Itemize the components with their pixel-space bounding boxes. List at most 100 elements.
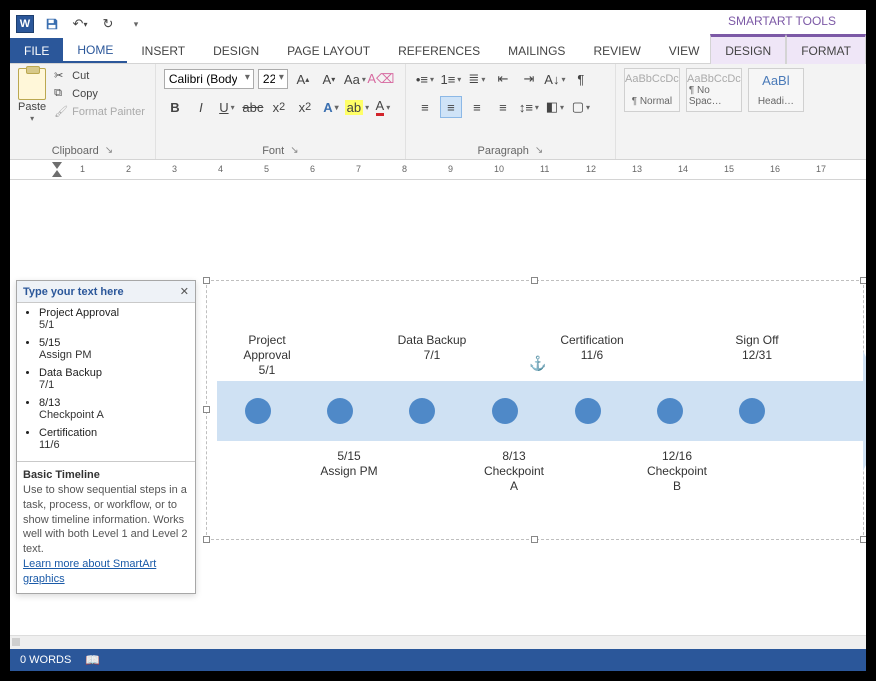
text-pane-item[interactable]: Certification11/6 [39,427,189,451]
superscript-icon[interactable]: x2 [294,96,316,118]
multilevel-icon[interactable]: ≣ [466,68,488,90]
milestone-top[interactable]: Certification11/6 [542,333,642,363]
tab-insert[interactable]: INSERT [127,38,199,63]
text-pane-title: Type your text here [23,286,124,298]
resize-handle[interactable] [860,536,866,543]
copy-label: Copy [72,88,98,100]
learn-more-link[interactable]: Learn more about SmartArt graphics [23,558,156,585]
tab-smartart-design[interactable]: DESIGN [710,34,786,64]
timeline-dot[interactable] [409,398,435,424]
arrow-head-icon [863,351,866,471]
text-effects-icon[interactable]: A [320,96,342,118]
tab-page-layout[interactable]: PAGE LAYOUT [273,38,384,63]
horizontal-scrollbar[interactable] [10,635,866,649]
resize-handle[interactable] [860,277,866,284]
qat-customize-icon[interactable]: ▾ [128,16,144,32]
resize-handle[interactable] [531,277,538,284]
timeline-dot[interactable] [327,398,353,424]
numbering-icon[interactable]: 1≡ [440,68,462,90]
resize-handle[interactable] [203,406,210,413]
quick-access-toolbar: ↶▾ ↻ ▾ [44,16,144,32]
text-pane-item[interactable]: 8/13Checkpoint A [39,397,189,421]
text-pane-item[interactable]: Project Approval5/1 [39,307,189,331]
milestone-bottom[interactable]: 8/13CheckpointA [464,449,564,494]
tab-design[interactable]: DESIGN [199,38,273,63]
tab-smartart-format[interactable]: FORMAT [786,34,866,64]
save-icon[interactable] [44,16,60,32]
resize-handle[interactable] [203,277,210,284]
tab-home[interactable]: HOME [63,38,127,63]
style-normal[interactable]: AaBbCcDc¶ Normal [624,68,680,112]
align-right-icon[interactable]: ≡ [466,96,488,118]
undo-icon[interactable]: ↶▾ [72,16,88,32]
spellcheck-icon[interactable]: 📖 [85,653,100,667]
show-marks-icon[interactable]: ¶ [570,68,592,90]
italic-icon[interactable]: I [190,96,212,118]
timeline-dot[interactable] [245,398,271,424]
sort-icon[interactable]: A↓ [544,68,566,90]
font-size-input[interactable] [258,69,288,89]
timeline-arrow[interactable] [217,381,863,441]
grow-font-icon[interactable]: A▴ [292,68,314,90]
copy-icon: ⧉ [54,87,68,101]
tab-mailings[interactable]: MAILINGS [494,38,579,63]
tab-references[interactable]: REFERENCES [384,38,494,63]
milestone-top[interactable]: Data Backup7/1 [382,333,482,363]
group-clipboard: Paste ▾ ✂Cut ⧉Copy 🖌Format Painter Clipb… [10,64,156,159]
ruler-mark: 14 [678,164,688,174]
group-paragraph: •≡ 1≡ ≣ ⇤ ⇥ A↓ ¶ ≡ ≡ ≡ ≡ ↕≡ ◧ ▢ [406,64,616,159]
clipboard-dialog-launcher-icon[interactable]: ↘ [105,145,113,157]
align-center-icon[interactable]: ≡ [440,96,462,118]
milestone-bottom[interactable]: 5/15Assign PM [299,449,399,479]
align-left-icon[interactable]: ≡ [414,96,436,118]
paste-button[interactable]: Paste ▾ [18,68,46,123]
timeline-dot[interactable] [657,398,683,424]
font-name-input[interactable] [164,69,254,89]
font-dialog-launcher-icon[interactable]: ↘ [290,145,298,157]
change-case-icon[interactable]: Aa [344,68,366,90]
milestone-top[interactable]: ProjectApproval5/1 [217,333,317,378]
smartart-canvas[interactable]: ⚓ ProjectApproval5/1Data Backup7/1Certif… [206,280,864,540]
justify-icon[interactable]: ≡ [492,96,514,118]
format-painter-button[interactable]: 🖌Format Painter [52,104,147,120]
underline-icon[interactable]: U [216,96,238,118]
word-count[interactable]: 0 WORDS [20,654,71,666]
close-icon[interactable]: ✕ [180,285,189,298]
horizontal-ruler[interactable]: 1234567891011121314151617 [10,160,866,180]
text-pane-item[interactable]: Data Backup7/1 [39,367,189,391]
redo-icon[interactable]: ↻ [100,16,116,32]
text-pane-body[interactable]: Project Approval5/1 5/15Assign PM Data Bac… [17,303,195,461]
scroll-left-icon[interactable] [12,638,20,646]
clear-formatting-icon[interactable]: A⌫ [370,68,392,90]
shrink-font-icon[interactable]: A▾ [318,68,340,90]
highlight-icon[interactable]: ab [346,96,368,118]
decrease-indent-icon[interactable]: ⇤ [492,68,514,90]
ruler-mark: 2 [126,164,131,174]
subscript-icon[interactable]: x2 [268,96,290,118]
line-spacing-icon[interactable]: ↕≡ [518,96,540,118]
paragraph-dialog-launcher-icon[interactable]: ↘ [535,145,543,157]
timeline-dot[interactable] [739,398,765,424]
resize-handle[interactable] [203,536,210,543]
cut-button[interactable]: ✂Cut [52,68,147,84]
timeline-dot[interactable] [492,398,518,424]
style-no-spacing[interactable]: AaBbCcDc¶ No Spac… [686,68,742,112]
copy-button[interactable]: ⧉ Copy [52,86,147,102]
text-pane-item[interactable]: 5/15Assign PM [39,337,189,361]
timeline-dot[interactable] [575,398,601,424]
bullets-icon[interactable]: •≡ [414,68,436,90]
borders-icon[interactable]: ▢ [570,96,592,118]
milestone-bottom[interactable]: 12/16CheckpointB [627,449,727,494]
resize-handle[interactable] [531,536,538,543]
tab-view[interactable]: VIEW [655,38,714,63]
tab-review[interactable]: REVIEW [579,38,654,63]
milestone-top[interactable]: Sign Off12/31 [707,333,807,363]
style-heading1[interactable]: AaBlHeadi… [748,68,804,112]
bold-icon[interactable]: B [164,96,186,118]
increase-indent-icon[interactable]: ⇥ [518,68,540,90]
shading-icon[interactable]: ◧ [544,96,566,118]
font-color-icon[interactable]: A [372,96,394,118]
tab-file[interactable]: FILE [10,38,63,63]
document-area[interactable]: Type your text here ✕ Project Approval5/… [10,180,866,649]
strikethrough-icon[interactable]: abc [242,96,264,118]
